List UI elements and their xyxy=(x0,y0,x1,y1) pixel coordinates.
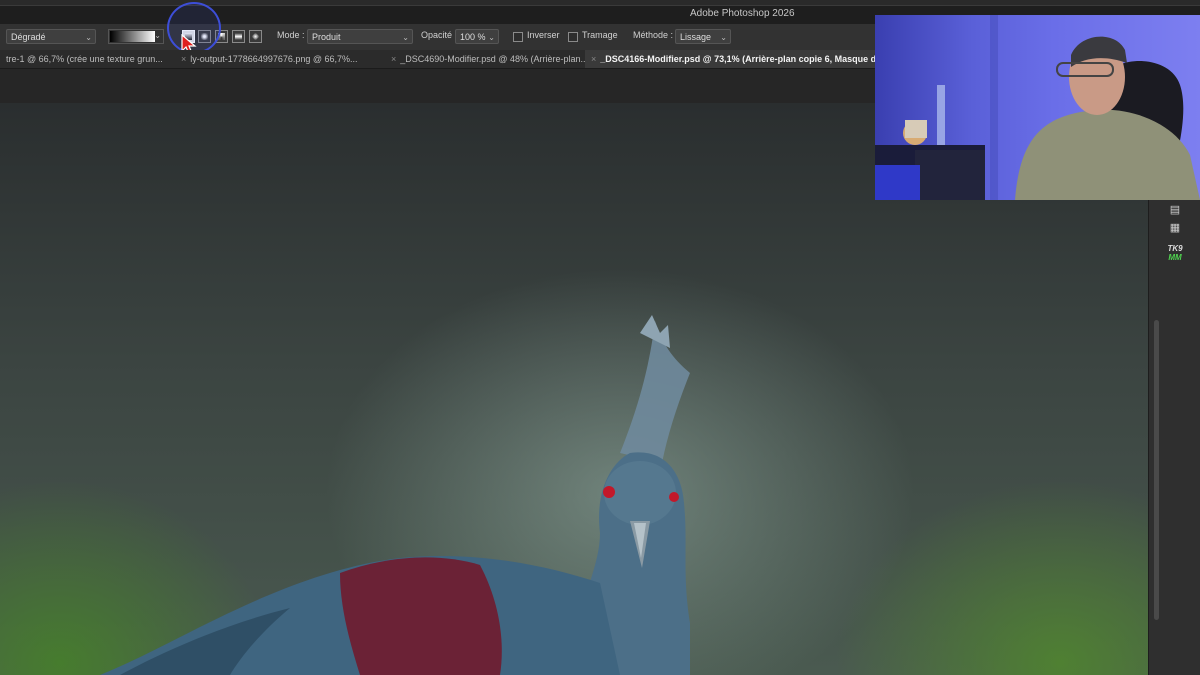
opacity-value: 100 % xyxy=(460,32,486,42)
method-value: Lissage xyxy=(680,32,712,42)
close-icon[interactable]: × xyxy=(591,54,596,64)
vertical-scrollbar[interactable] xyxy=(1154,320,1159,620)
tool-preset-select[interactable]: Dégradé ⌄ xyxy=(6,29,96,44)
tool-preset-value: Dégradé xyxy=(11,32,46,42)
presenter-video xyxy=(875,15,1200,200)
tk9-label: TK9 xyxy=(1167,244,1183,253)
properties-panel-icon[interactable]: ▦ xyxy=(1166,220,1184,236)
tab-label: ly-output-1778664997676.png @ 66,7%... xyxy=(190,54,358,64)
gradient-picker[interactable]: ⌄ xyxy=(108,29,164,44)
layers-panel-icon[interactable]: ▤ xyxy=(1166,202,1184,218)
mm-label: MM xyxy=(1168,253,1182,262)
dither-label: Tramage xyxy=(582,30,618,40)
tab-label: tre-1 @ 66,7% (crée une texture grun... xyxy=(6,54,163,64)
chevron-down-icon: ⌄ xyxy=(720,33,727,42)
tk9-plugin-button[interactable]: TK9 MM xyxy=(1163,244,1187,264)
diamond-gradient-button[interactable] xyxy=(249,30,262,43)
document-tabs: tre-1 @ 66,7% (crée une texture grun... … xyxy=(0,50,875,69)
invert-checkbox[interactable] xyxy=(513,32,523,42)
method-label: Méthode : xyxy=(633,30,674,40)
opacity-label: Opacité : xyxy=(421,30,458,40)
tab-document-active[interactable]: × _DSC4166-Modifier.psd @ 73,1% (Arrière-… xyxy=(585,50,875,68)
webcam-overlay xyxy=(875,15,1200,200)
tab-label: _DSC4690-Modifier.psd @ 48% (Arrière-pla… xyxy=(400,54,585,64)
app-title: Adobe Photoshop 2026 xyxy=(690,8,795,19)
tab-document-2[interactable]: × ly-output-1778664997676.png @ 66,7%... xyxy=(175,50,385,68)
opacity-field[interactable]: 100 % ⌄ xyxy=(455,29,499,44)
method-select[interactable]: Lissage ⌄ xyxy=(675,29,731,44)
invert-label: Inverser xyxy=(527,30,560,40)
tab-document-1[interactable]: tre-1 @ 66,7% (crée une texture grun... xyxy=(0,50,175,68)
chevron-down-icon: ⌄ xyxy=(402,33,409,42)
close-icon[interactable]: × xyxy=(181,54,186,64)
close-icon[interactable]: × xyxy=(391,54,396,64)
reflected-gradient-button[interactable] xyxy=(232,30,245,43)
tab-document-3[interactable]: × _DSC4690-Modifier.psd @ 48% (Arrière-pl… xyxy=(385,50,585,68)
mode-value: Produit xyxy=(312,32,341,42)
chevron-down-icon: ⌄ xyxy=(488,33,495,42)
mode-label: Mode : xyxy=(277,30,305,40)
diamond-gradient-icon xyxy=(251,32,260,41)
dither-checkbox[interactable] xyxy=(568,32,578,42)
chevron-down-icon: ⌄ xyxy=(85,33,92,42)
chevron-down-icon: ⌄ xyxy=(154,31,161,40)
reflected-gradient-icon xyxy=(235,33,242,40)
tab-label: _DSC4166-Modifier.psd @ 73,1% (Arrière-p… xyxy=(600,54,875,64)
options-bar: Dégradé ⌄ ⌄ Mode : Produit ⌄ Opacité : 1… xyxy=(0,24,875,51)
mode-select[interactable]: Produit ⌄ xyxy=(307,29,413,44)
gradient-preview xyxy=(110,31,155,42)
